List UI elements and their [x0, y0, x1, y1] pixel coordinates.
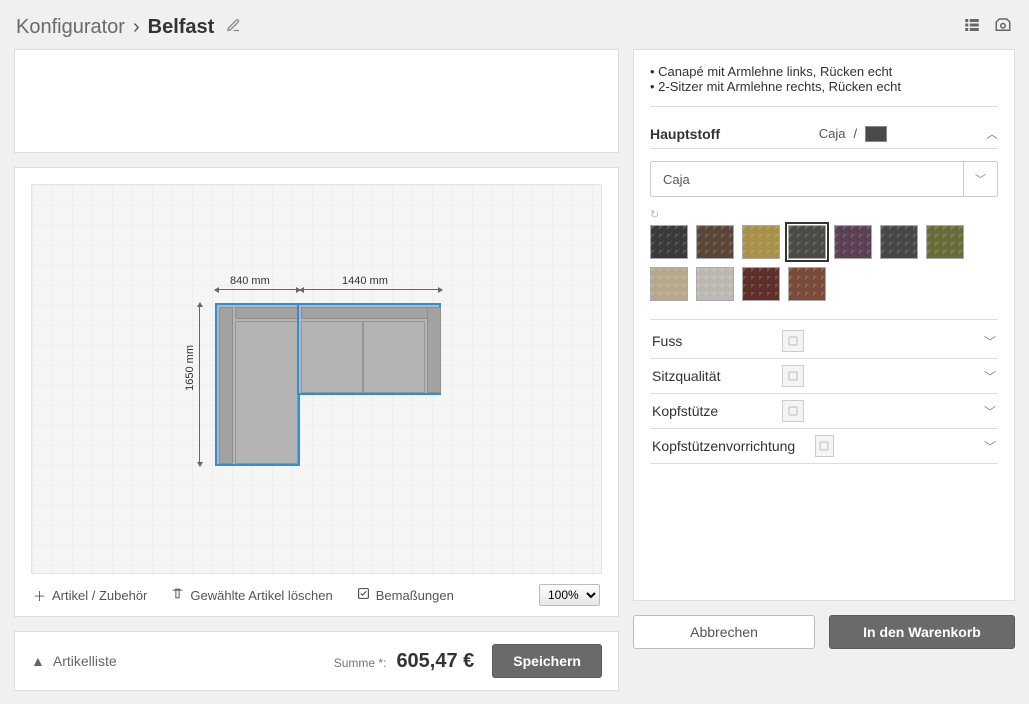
swatch-caja-anthracite[interactable] — [880, 225, 918, 259]
swatch-caja-brown[interactable] — [696, 225, 734, 259]
option-label-kopfvor: Kopfstützenvorrichtung — [652, 438, 795, 454]
option-row-kopfvor[interactable]: Kopfstützenvorrichtung ﹀ — [650, 429, 998, 464]
breadcrumb-root[interactable]: Konfigurator — [16, 16, 125, 39]
toggle-dimensions-label: Bemaßungen — [376, 588, 454, 603]
article-list-toggle[interactable]: ▲ Artikelliste — [31, 653, 117, 669]
dim-line-w1 — [215, 289, 300, 290]
option-thumb-kopfstuetze — [782, 400, 804, 422]
add-article-label: Artikel / Zubehör — [52, 588, 147, 603]
chevron-down-icon: ﹀ — [984, 438, 996, 455]
option-row-fuss[interactable]: Fuss ﹀ — [650, 324, 998, 359]
swatch-caja-light-grey[interactable] — [696, 267, 734, 301]
chevron-down-icon: ﹀ — [984, 403, 996, 420]
chevron-down-icon: ﹀ — [984, 333, 996, 350]
option-thumb-sitzqual — [782, 365, 804, 387]
chevron-down-icon: ﹀ — [963, 162, 997, 196]
config-item-0: Canapé mit Armlehne links, Rücken echt — [650, 64, 998, 79]
dim-line-w2 — [300, 289, 442, 290]
sum-value: 605,47 € — [396, 650, 474, 673]
sum-label: Summe *: — [334, 656, 387, 670]
option-thumb-kopfvor — [815, 435, 833, 457]
zoom-select[interactable]: 100% — [539, 584, 600, 606]
configuration-list: Canapé mit Armlehne links, Rücken echt 2… — [650, 64, 998, 107]
dim-w1: 840 mm — [230, 275, 270, 287]
add-to-cart-button[interactable]: In den Warenkorb — [829, 615, 1015, 649]
save-button[interactable]: Speichern — [492, 644, 602, 678]
delete-selected-label: Gewählte Artikel löschen — [190, 588, 332, 603]
swatch-caja-rust[interactable] — [788, 267, 826, 301]
section-hauptstoff-header[interactable]: Hauptstoff Caja / ︿ — [650, 119, 998, 149]
hauptstoff-current-name: Caja — [819, 126, 846, 141]
swatch-caja-mustard[interactable] — [742, 225, 780, 259]
plus-icon: ＋ — [33, 586, 46, 605]
option-label-kopfstuetze: Kopfstütze — [652, 403, 718, 419]
preview-3d-panel — [14, 49, 619, 153]
fabric-family-value: Caja — [651, 172, 963, 187]
option-label-sitzqual: Sitzqualität — [652, 368, 720, 384]
chevron-down-icon: ﹀ — [984, 368, 996, 385]
floorplan-canvas[interactable]: 840 mm 1440 mm 1650 mm 930 mm — [31, 184, 602, 574]
snapshot-icon[interactable] — [993, 16, 1013, 39]
list-view-icon[interactable] — [963, 16, 981, 39]
sofa-assembly[interactable] — [215, 303, 441, 466]
cancel-button[interactable]: Abbrechen — [633, 615, 815, 649]
dim-htotal: 1650 mm — [184, 345, 196, 391]
toggle-dimensions-button[interactable]: Bemaßungen — [357, 586, 454, 605]
breadcrumb: Konfigurator › Belfast — [16, 16, 241, 39]
breadcrumb-sep: › — [133, 16, 140, 39]
swatch-caja-plum[interactable] — [834, 225, 872, 259]
article-list-label: Artikelliste — [53, 653, 117, 669]
floorplan-panel: 840 mm 1440 mm 1650 mm 930 mm — [14, 167, 619, 617]
swatch-caja-charcoal[interactable] — [788, 225, 826, 259]
dim-line-htotal — [199, 303, 200, 466]
delete-selected-button[interactable]: Gewählte Artikel löschen — [171, 586, 332, 605]
check-icon — [357, 587, 370, 603]
left-footer-bar: ▲ Artikelliste Summe *: 605,47 € Speiche… — [14, 631, 619, 691]
chevron-up-icon[interactable]: ︿ — [986, 125, 998, 142]
swatch-grid — [650, 225, 998, 320]
hauptstoff-current-swatch — [865, 126, 887, 142]
piece-two-seater[interactable] — [297, 303, 441, 395]
edit-name-icon[interactable] — [226, 18, 241, 38]
refresh-icon[interactable]: ↻ — [650, 208, 659, 221]
swatch-caja-wine[interactable] — [742, 267, 780, 301]
piece-canape[interactable] — [215, 303, 300, 466]
breadcrumb-current: Belfast — [148, 16, 215, 39]
config-item-1: 2-Sitzer mit Armlehne rechts, Rücken ech… — [650, 79, 998, 94]
swatch-caja-dark-grey[interactable] — [650, 225, 688, 259]
hauptstoff-sep: / — [854, 126, 858, 141]
swatch-caja-sand[interactable] — [650, 267, 688, 301]
add-article-button[interactable]: ＋ Artikel / Zubehör — [33, 586, 147, 605]
triangle-up-icon: ▲ — [31, 653, 45, 669]
dim-w2: 1440 mm — [342, 275, 388, 287]
option-row-sitzqual[interactable]: Sitzqualität ﹀ — [650, 359, 998, 394]
trash-icon — [171, 587, 184, 603]
option-label-fuss: Fuss — [652, 333, 682, 349]
option-thumb-fuss — [782, 330, 804, 352]
swatch-caja-olive[interactable] — [926, 225, 964, 259]
section-hauptstoff-title: Hauptstoff — [650, 126, 720, 142]
fabric-family-select[interactable]: Caja ﹀ — [650, 161, 998, 197]
option-row-kopfstuetze[interactable]: Kopfstütze ﹀ — [650, 394, 998, 429]
